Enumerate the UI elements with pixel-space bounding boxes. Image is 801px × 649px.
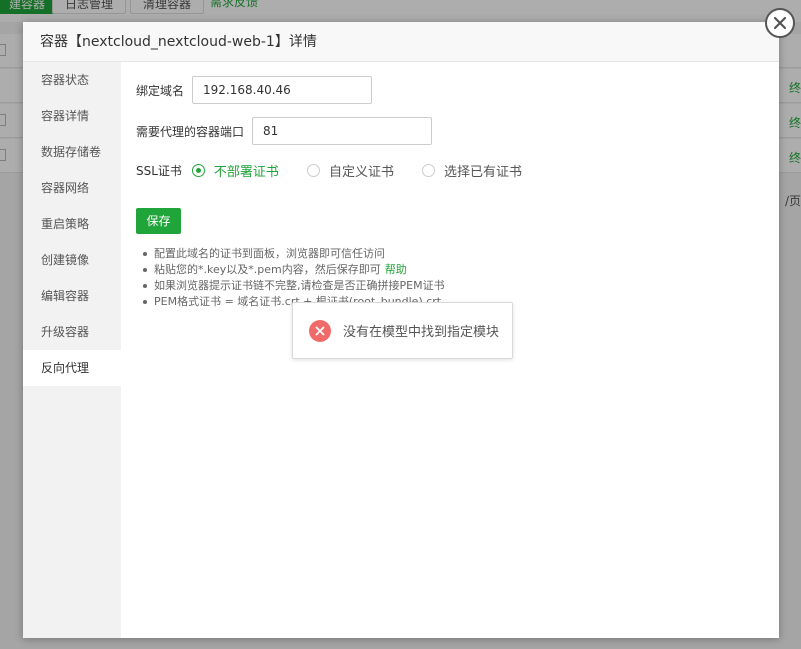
- port-input[interactable]: [252, 117, 433, 145]
- ssl-radio-group: 不部署证书 自定义证书 选择已有证书: [191, 161, 550, 180]
- close-dialog-button[interactable]: [765, 8, 795, 38]
- sidebar-item-volumes[interactable]: 数据存储卷: [23, 134, 121, 170]
- dialog-sidebar: 容器状态 容器详情 数据存储卷 容器网络 重启策略 创建镜像 编辑容器 升级容器…: [23, 62, 121, 638]
- sidebar-item-edit-container[interactable]: 编辑容器: [23, 278, 121, 314]
- ssl-option-label: 自定义证书: [328, 165, 394, 180]
- toast-message: 没有在模型中找到指定模块: [343, 325, 500, 340]
- ssl-option-none[interactable]: 不部署证书: [191, 161, 279, 180]
- sidebar-item-create-image[interactable]: 创建镜像: [23, 242, 121, 278]
- close-icon: [773, 16, 787, 30]
- port-row: 需要代理的容器端口: [136, 117, 433, 145]
- error-toast: 没有在模型中找到指定模块: [292, 302, 513, 359]
- sidebar-item-network[interactable]: 容器网络: [23, 170, 121, 206]
- port-label: 需要代理的容器端口: [136, 124, 245, 139]
- domain-input[interactable]: [192, 76, 373, 104]
- tips-list: 配置此域名的证书到面板，浏览器即可信任访问 粘贴您的*.key以及*.pem内容…: [136, 246, 445, 310]
- save-button[interactable]: 保存: [136, 208, 181, 234]
- domain-label: 绑定域名: [136, 83, 185, 98]
- sidebar-item-container-status[interactable]: 容器状态: [23, 62, 121, 98]
- tip-text: 如果浏览器提示证书链不完整,请检查是否正确拼接PEM证书: [154, 279, 445, 292]
- ssl-option-existing[interactable]: 选择已有证书: [421, 161, 522, 180]
- ssl-label: SSL证书: [136, 164, 182, 178]
- radio-unchecked-icon: [306, 164, 320, 177]
- dialog-title: 容器【nextcloud_nextcloud-web-1】详情: [23, 22, 779, 62]
- help-link[interactable]: 帮助: [385, 263, 407, 276]
- radio-checked-icon: [191, 164, 205, 177]
- tip-text: 配置此域名的证书到面板，浏览器即可信任访问: [154, 247, 385, 260]
- radio-unchecked-icon: [421, 164, 435, 177]
- list-item: 粘贴您的*.key以及*.pem内容，然后保存即可 帮助: [136, 262, 445, 278]
- sidebar-item-container-details[interactable]: 容器详情: [23, 98, 121, 134]
- list-item: 如果浏览器提示证书链不完整,请检查是否正确拼接PEM证书: [136, 278, 445, 294]
- ssl-option-label: 选择已有证书: [443, 165, 522, 180]
- ssl-row: SSL证书 不部署证书 自定义证书 选择已有证书: [136, 161, 550, 180]
- ssl-option-label: 不部署证书: [213, 165, 279, 180]
- error-icon: [309, 319, 331, 342]
- sidebar-item-restart-policy[interactable]: 重启策略: [23, 206, 121, 242]
- sidebar-item-upgrade-container[interactable]: 升级容器: [23, 314, 121, 350]
- tip-text: 粘贴您的*.key以及*.pem内容，然后保存即可: [154, 263, 381, 276]
- ssl-option-custom[interactable]: 自定义证书: [306, 161, 394, 180]
- domain-row: 绑定域名: [136, 76, 373, 104]
- sidebar-item-reverse-proxy[interactable]: 反向代理: [23, 350, 121, 386]
- list-item: 配置此域名的证书到面板，浏览器即可信任访问: [136, 246, 445, 262]
